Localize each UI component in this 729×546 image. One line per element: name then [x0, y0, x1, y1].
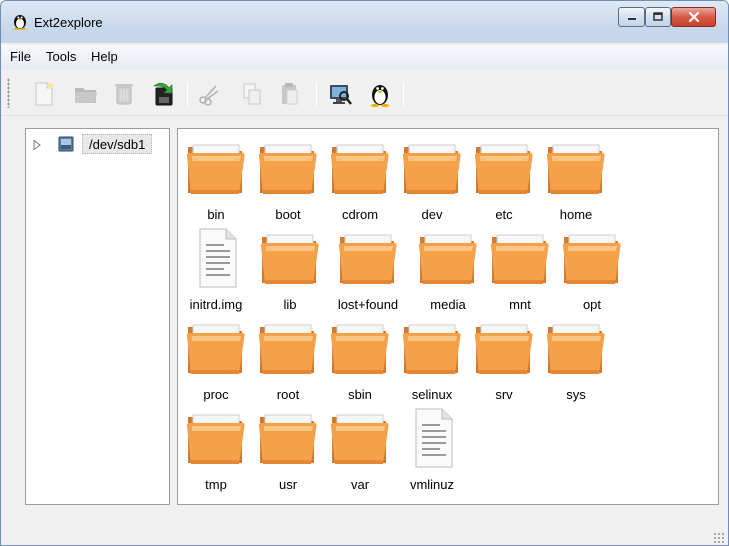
toolbar-grip[interactable]	[7, 78, 10, 108]
penguin-icon	[13, 15, 27, 30]
delete-button[interactable]	[111, 80, 137, 108]
linux-penguin-button[interactable]	[367, 80, 393, 108]
drive-icon	[58, 136, 74, 152]
folder-item[interactable]: root	[252, 313, 324, 402]
menu-help[interactable]: Help	[91, 49, 118, 64]
folder-icon	[474, 324, 533, 374]
window-title: Ext2explore	[34, 15, 103, 30]
file-name-label: sys	[566, 387, 586, 402]
folder-icon	[490, 234, 549, 284]
paste-icon	[282, 83, 298, 105]
menu-tools[interactable]: Tools	[46, 49, 76, 64]
folder-item[interactable]: sbin	[324, 313, 396, 402]
folder-item[interactable]: mnt	[484, 223, 556, 312]
folder-item[interactable]: usr	[252, 403, 324, 492]
folder-icon	[330, 144, 389, 194]
open-folder-button[interactable]	[73, 80, 99, 108]
new-file-icon	[35, 82, 53, 106]
folder-item[interactable]: bin	[180, 133, 252, 222]
folder-item[interactable]: dev	[396, 133, 468, 222]
file-name-label: home	[559, 207, 593, 222]
folder-item[interactable]: cdrom	[324, 133, 396, 222]
folder-item[interactable]: tmp	[180, 403, 252, 492]
status-bar	[1, 514, 728, 545]
folder-icon	[186, 324, 245, 374]
folder-icon	[474, 144, 533, 194]
expand-arrow-icon[interactable]	[32, 139, 42, 151]
new-file-button[interactable]	[31, 80, 57, 108]
folder-item[interactable]: var	[324, 403, 396, 492]
folder-icon	[402, 324, 461, 374]
file-name-label: lib	[283, 297, 297, 312]
toolbar-separator	[187, 82, 188, 106]
folder-item[interactable]: home	[540, 133, 612, 222]
folder-icon	[418, 234, 477, 284]
toolbar	[1, 70, 728, 116]
app-window: Ext2explore File Tools Help /dev/sdb1 bi…	[0, 0, 729, 546]
folder-item[interactable]: selinux	[396, 313, 468, 402]
folder-item[interactable]: lost+found	[332, 223, 404, 312]
title-bar[interactable]: Ext2explore	[1, 1, 728, 43]
minimize-icon	[627, 18, 636, 20]
cut-icon	[199, 85, 219, 106]
close-button[interactable]	[671, 7, 716, 27]
folder-icon	[330, 414, 389, 464]
folder-icon	[258, 414, 317, 464]
menu-file[interactable]: File	[10, 49, 31, 64]
close-icon	[688, 11, 699, 23]
folder-item[interactable]: opt	[556, 223, 628, 312]
linux-penguin-icon	[371, 85, 389, 108]
tree-item-label[interactable]: /dev/sdb1	[82, 134, 153, 154]
menu-bar: File Tools Help	[1, 45, 728, 69]
folder-icon	[186, 144, 245, 194]
folder-item[interactable]: proc	[180, 313, 252, 402]
folder-item[interactable]: etc	[468, 133, 540, 222]
file-list-pane[interactable]: bin boot cdrom dev etc home initrd.img l…	[177, 128, 719, 505]
folder-icon	[402, 144, 461, 194]
folder-item[interactable]: media	[412, 223, 484, 312]
folder-item[interactable]: boot	[252, 133, 324, 222]
file-name-label: vmlinuz	[409, 477, 455, 492]
folder-icon	[258, 144, 317, 194]
toolbar-separator	[403, 82, 404, 106]
folder-icon	[186, 414, 245, 464]
document-icon	[415, 408, 453, 468]
folder-icon	[330, 324, 389, 374]
delete-icon	[115, 84, 133, 105]
cut-button[interactable]	[196, 80, 222, 108]
save-export-button[interactable]	[151, 80, 177, 108]
file-name-label: opt	[582, 297, 602, 312]
folder-item[interactable]: srv	[468, 313, 540, 402]
open-folder-icon	[75, 88, 97, 103]
toolbar-separator	[316, 82, 317, 106]
maximize-icon	[653, 12, 663, 21]
paste-button[interactable]	[276, 80, 302, 108]
maximize-button[interactable]	[645, 7, 671, 27]
resize-grip[interactable]	[713, 532, 725, 544]
file-name-label: lost+found	[337, 297, 399, 312]
file-item[interactable]: vmlinuz	[396, 403, 468, 492]
computer-scan-button[interactable]	[327, 80, 353, 108]
tree-item-root[interactable]: /dev/sdb1	[30, 134, 168, 155]
folder-icon	[260, 234, 319, 284]
folder-item[interactable]: sys	[540, 313, 612, 402]
folder-item[interactable]: lib	[254, 223, 326, 312]
folder-icon	[546, 144, 605, 194]
folder-icon	[546, 324, 605, 374]
document-icon	[199, 228, 237, 288]
folder-icon	[338, 234, 397, 284]
minimize-button[interactable]	[618, 7, 645, 27]
computer-scan-icon	[330, 85, 352, 105]
copy-icon	[243, 83, 261, 105]
file-name-label: initrd.img	[189, 297, 243, 312]
file-item[interactable]: initrd.img	[180, 223, 252, 312]
folder-icon	[562, 234, 621, 284]
folder-icon	[258, 324, 317, 374]
copy-button[interactable]	[239, 80, 265, 108]
folder-tree-pane[interactable]: /dev/sdb1	[25, 128, 170, 505]
save-export-icon	[153, 82, 173, 106]
